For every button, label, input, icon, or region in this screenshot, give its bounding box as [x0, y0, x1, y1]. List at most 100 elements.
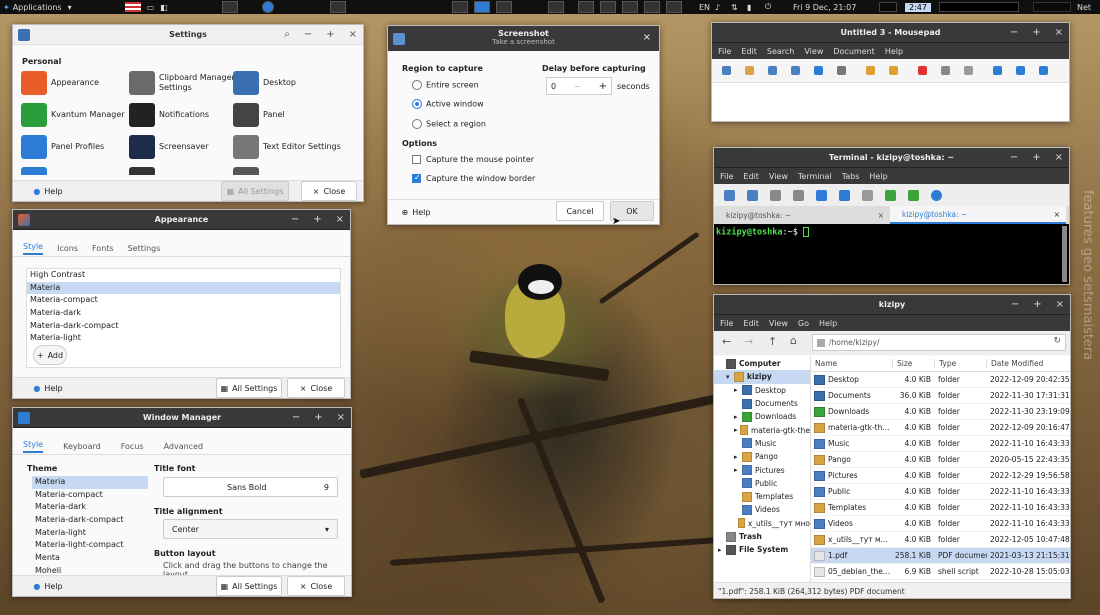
radio-entire-screen[interactable]: [412, 80, 422, 90]
settings-item[interactable]: Window Manager: [21, 165, 129, 175]
col-type[interactable]: Type: [935, 359, 987, 368]
minimize-icon[interactable]: −: [1010, 23, 1018, 43]
text-area[interactable]: [712, 83, 1069, 121]
forward-icon[interactable]: →: [744, 335, 753, 348]
file-row[interactable]: Music 4.0 KiB folder 2022-11-10 16:43:33: [811, 436, 1070, 452]
list-item[interactable]: Materia-compact: [27, 294, 340, 307]
tree-item[interactable]: Documents: [714, 397, 810, 410]
taskbar-item-active[interactable]: [474, 1, 490, 13]
cancel-button[interactable]: Cancel: [556, 201, 604, 221]
terminal-scrollbar[interactable]: [1062, 226, 1067, 282]
copy-icon[interactable]: [770, 189, 781, 201]
all-settings-button[interactable]: ▦ All Settings: [216, 576, 282, 596]
save-icon[interactable]: [768, 66, 777, 75]
refresh-icon[interactable]: ↻: [1053, 336, 1061, 346]
help-button[interactable]: ● Help: [25, 378, 71, 398]
power-icon[interactable]: ⏻: [765, 2, 771, 12]
undo-icon[interactable]: [866, 66, 875, 75]
close-icon[interactable]: ×: [337, 408, 345, 428]
tab-focus[interactable]: Focus: [121, 442, 144, 451]
taskbar-item[interactable]: [548, 1, 564, 13]
close-doc-icon[interactable]: [837, 66, 846, 75]
settings-item[interactable]: Window Manager: [129, 165, 237, 175]
flag-icon[interactable]: [124, 2, 141, 12]
menu-help[interactable]: Help: [885, 47, 903, 56]
list-item[interactable]: Materia: [32, 476, 148, 489]
maximize-icon[interactable]: +: [313, 210, 321, 230]
minimize-icon[interactable]: −: [291, 210, 299, 230]
maximize-icon[interactable]: +: [1033, 295, 1041, 315]
screenshot-titlebar[interactable]: Screenshot Take a screenshot ×: [388, 26, 659, 51]
add-button[interactable]: + Add: [33, 345, 67, 365]
close-icon[interactable]: ×: [643, 32, 651, 43]
settings-item[interactable]: Desktop: [233, 69, 341, 97]
save-as-icon[interactable]: [791, 66, 800, 75]
home-icon[interactable]: ⌂: [790, 334, 797, 347]
close-icon[interactable]: ×: [1056, 295, 1064, 315]
settings-item[interactable]: Panel Profiles: [21, 133, 129, 161]
settings-item[interactable]: Kvantum Manager: [21, 101, 129, 129]
new-tab-icon[interactable]: [724, 189, 735, 201]
list-item[interactable]: Materia-light: [32, 527, 148, 540]
tree-item[interactable]: ▸ Desktop: [714, 384, 810, 397]
settings-item[interactable]: Appearance: [21, 69, 129, 97]
close-icon[interactable]: ×: [1054, 210, 1060, 219]
taskbar-item[interactable]: [496, 1, 512, 13]
minimize-icon[interactable]: −: [304, 25, 312, 45]
tab-style[interactable]: Style: [23, 242, 44, 255]
menu-go[interactable]: Go: [798, 319, 809, 328]
delay-stepper[interactable]: 0− +: [546, 77, 612, 95]
menu-edit[interactable]: Edit: [743, 319, 759, 328]
theme-list[interactable]: Materia Materia-compact Materia-dark Materi…: [32, 476, 148, 578]
paste-icon[interactable]: [793, 189, 804, 201]
file-row[interactable]: 05_debian_the... 6.9 KiB shell script 20…: [811, 564, 1070, 580]
close-icon[interactable]: ×: [878, 211, 884, 220]
list-item[interactable]: Materia-dark-compact: [32, 514, 148, 527]
taskbar-item[interactable]: [622, 1, 638, 13]
list-item[interactable]: Materia-dark: [32, 501, 148, 514]
close-icon[interactable]: ×: [1055, 148, 1063, 168]
close-icon[interactable]: ×: [336, 210, 344, 230]
redo-icon[interactable]: [889, 66, 898, 75]
minimize-icon[interactable]: −: [1011, 295, 1019, 315]
expander-icon[interactable]: ▾: [726, 373, 734, 381]
list-item[interactable]: Materia-dark-compact: [27, 320, 340, 333]
expander-icon[interactable]: ▸: [734, 386, 742, 394]
keyboard-layout[interactable]: EN: [699, 3, 710, 12]
fm-titlebar[interactable]: kizipy − + ×: [714, 295, 1070, 315]
expander-icon[interactable]: ▸: [734, 466, 742, 474]
new-window-icon[interactable]: [747, 189, 758, 201]
menu-file[interactable]: File: [720, 319, 733, 328]
appearance-titlebar[interactable]: Appearance − + ×: [13, 210, 350, 230]
terminal-tab-active[interactable]: kizipy@toshka: ~ ×: [890, 206, 1066, 224]
tree-item[interactable]: x_utils__тут мно: [714, 517, 810, 530]
network-icon[interactable]: ⇅: [731, 3, 738, 12]
cut-icon[interactable]: [918, 66, 927, 75]
menu-search[interactable]: Search: [767, 47, 794, 56]
settings-item[interactable]: Panel: [233, 101, 341, 129]
title-alignment-select[interactable]: Center ▾: [163, 519, 338, 539]
style-list[interactable]: High Contrast Materia Materia-compact Mater…: [26, 268, 341, 348]
menu-help[interactable]: Help: [869, 172, 887, 181]
tree-item[interactable]: Trash: [714, 530, 810, 543]
desktop-icon[interactable]: ◧: [160, 3, 168, 12]
tree-item[interactable]: ▸ File System: [714, 543, 810, 556]
help-icon[interactable]: [931, 189, 942, 201]
tree-item[interactable]: Videos: [714, 503, 810, 516]
file-row[interactable]: Pictures 4.0 KiB folder 2022-12-29 19:56…: [811, 468, 1070, 484]
new-icon[interactable]: [722, 66, 731, 75]
settings-titlebar[interactable]: Settings ⌕ − + ×: [13, 25, 363, 45]
menu-help[interactable]: Help: [819, 319, 837, 328]
file-row[interactable]: Desktop 4.0 KiB folder 2022-12-09 20:42:…: [811, 372, 1070, 388]
applications-menu[interactable]: Applications: [13, 3, 62, 12]
settings-item[interactable]: Screensaver: [129, 133, 237, 161]
radio-select-region[interactable]: [412, 119, 422, 129]
monitor-icon[interactable]: ▭: [147, 3, 155, 12]
search-icon[interactable]: ⌕: [284, 25, 290, 45]
maximize-icon[interactable]: +: [314, 408, 322, 428]
tree-item[interactable]: Music: [714, 437, 810, 450]
next-tab-icon[interactable]: [908, 189, 919, 201]
menu-tabs[interactable]: Tabs: [842, 172, 860, 181]
file-row[interactable]: Documents 36.0 KiB folder 2022-11-30 17:…: [811, 388, 1070, 404]
battery-icon[interactable]: ▮: [747, 3, 751, 12]
